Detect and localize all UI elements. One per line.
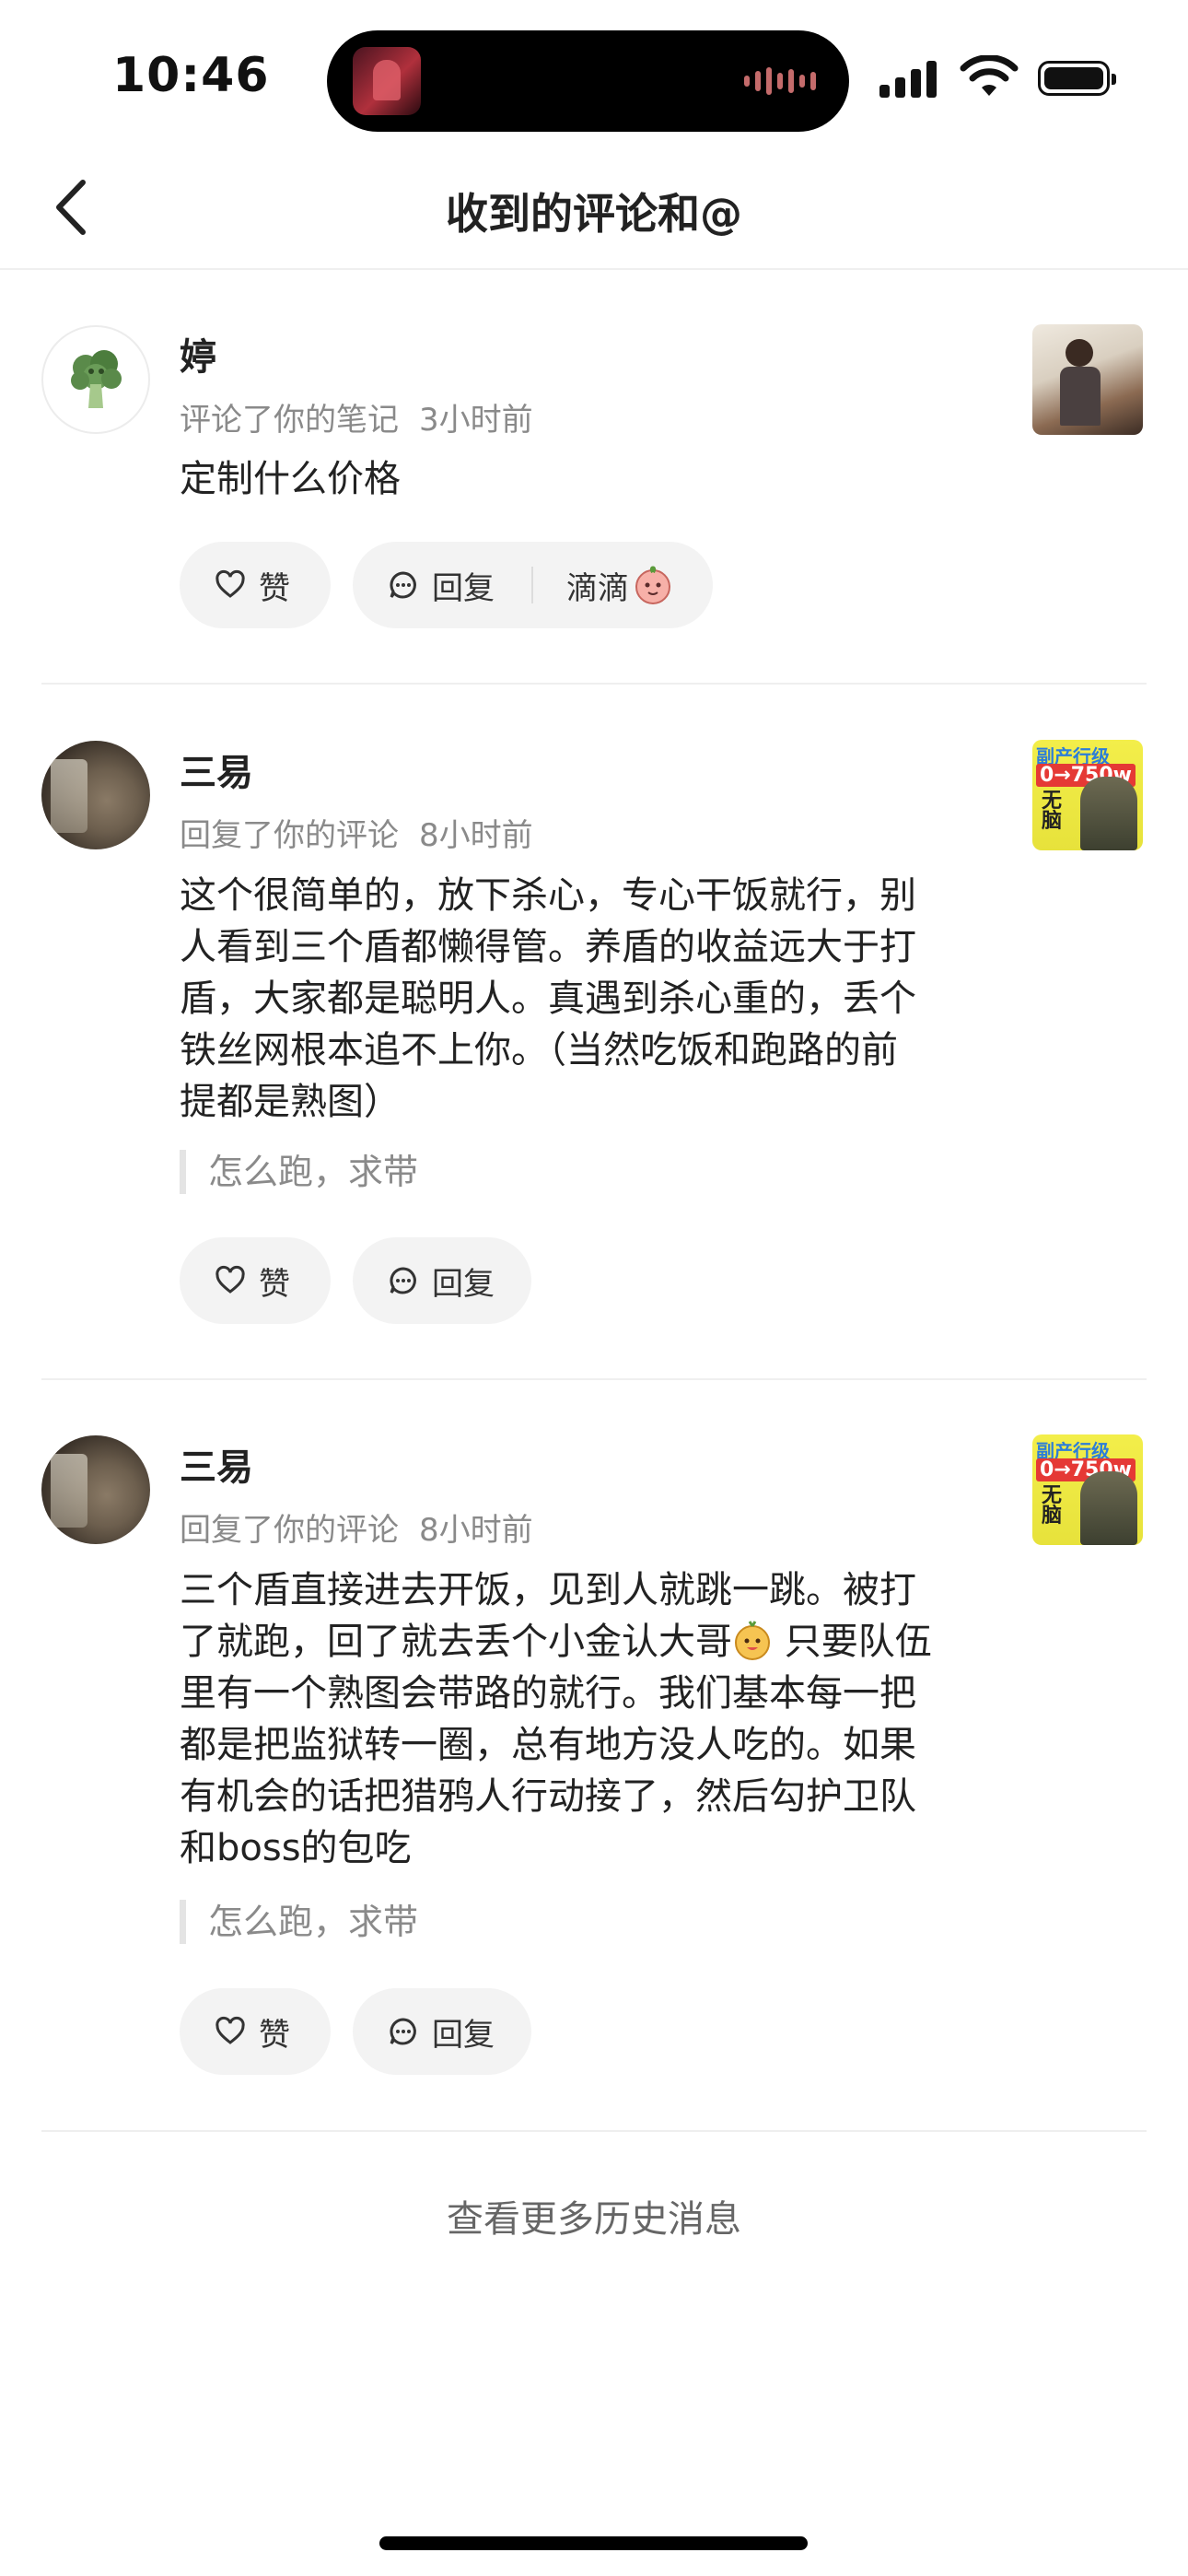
like-button[interactable]: 赞 [180, 1237, 331, 1324]
comment-time: 8小时前 [419, 817, 533, 854]
audio-waveform-icon [744, 67, 816, 95]
quoted-comment[interactable]: 怎么跑，求带 [180, 1150, 418, 1194]
chat-bubble-icon [390, 571, 416, 599]
user-avatar[interactable] [41, 741, 150, 849]
comment-action: 回复了你的评论 [180, 817, 399, 854]
comment-text-line: 有机会的话把猎鸦人行动接了，然后勾护卫队 [180, 1775, 916, 1818]
like-button[interactable]: 赞 [180, 1988, 331, 2075]
battery-icon [1038, 61, 1116, 96]
soldier-figure [1080, 777, 1137, 850]
comment-text-line: 这个很简单的，放下杀心，专心干饭就行，别 [180, 874, 916, 917]
comment-text[interactable]: 三个盾直接进去开饭，见到人就跳一跳。被打 了就跑，回了就去丢个小金认大哥 只要队… [180, 1564, 1008, 1874]
user-avatar[interactable] [41, 1435, 150, 1544]
comment-text-segment: 只要队伍 [773, 1621, 932, 1663]
cellular-signal-icon [879, 55, 937, 98]
heart-icon [215, 2016, 245, 2044]
golden-face-emoji-icon [735, 1621, 770, 1660]
comment-action: 评论了你的笔记 [180, 402, 399, 439]
wifi-icon [960, 55, 1019, 96]
dynamic-island[interactable] [327, 30, 849, 132]
comment-meta: 回复了你的评论 8小时前 [180, 810, 533, 855]
view-more-history-link[interactable]: 查看更多历史消息 [0, 2189, 1188, 2242]
quoted-comment[interactable]: 怎么跑，求带 [180, 1900, 418, 1944]
user-name[interactable]: 三易 [180, 743, 253, 796]
reply-label: 回复 [432, 569, 495, 607]
comment-text-line: 三个盾直接进去开饭，见到人就跳一跳。被打 [180, 1569, 916, 1611]
reply-label: 回复 [432, 2016, 495, 2054]
pill-separator [531, 567, 533, 603]
comment-action: 回复了你的评论 [180, 1512, 399, 1549]
note-thumbnail[interactable]: 副产行级 0→750w 无脑 [1032, 740, 1143, 850]
broccoli-icon [71, 350, 122, 408]
card-divider [41, 2130, 1147, 2132]
note-thumbnail[interactable] [1032, 324, 1143, 435]
now-playing-artwork [353, 47, 421, 115]
thumb-caption: 无脑 [1042, 1484, 1063, 1528]
reply-button[interactable]: 回复 [353, 1237, 531, 1324]
nav-divider [0, 268, 1188, 270]
comment-time: 3小时前 [419, 402, 533, 439]
quick-reply-label[interactable]: 滴滴 [566, 563, 629, 608]
thumb-caption: 无脑 [1042, 790, 1063, 833]
like-label: 赞 [259, 1265, 290, 1303]
reply-button[interactable]: 回复 滴滴 [353, 542, 713, 628]
user-name[interactable]: 婷 [180, 327, 216, 381]
home-indicator[interactable] [379, 2536, 808, 2550]
heart-icon [215, 569, 245, 598]
comment-text-line: 了就跑，回了就去丢个小金认大哥 只要队伍 [180, 1616, 1008, 1668]
user-avatar[interactable] [41, 325, 150, 434]
comment-text-line: 铁丝网根本追不上你。（当然吃饭和跑路的前 [180, 1029, 898, 1071]
comment-text-line: 都是把监狱转一圈，总有地方没人吃的。如果 [180, 1724, 916, 1766]
comment-time: 8小时前 [419, 1512, 533, 1549]
note-thumbnail[interactable]: 副产行级 0→750w 无脑 [1032, 1434, 1143, 1545]
comment-meta: 评论了你的笔记 3小时前 [180, 394, 533, 439]
comment-text-line: 和boss的包吃 [180, 1827, 412, 1869]
status-time: 10:46 [112, 48, 270, 103]
like-label: 赞 [259, 569, 290, 607]
comment-text-segment: 了就跑，回了就去丢个小金认大哥 [180, 1621, 732, 1663]
reply-label: 回复 [432, 1265, 495, 1303]
user-name[interactable]: 三易 [180, 1437, 253, 1491]
comment-text-line: 里有一个熟图会带路的就行。我们基本每一把 [180, 1672, 916, 1715]
card-divider [41, 1378, 1147, 1380]
page-title: 收到的评论和@ [446, 189, 742, 239]
comment-text[interactable]: 这个很简单的，放下杀心，专心干饭就行，别 人看到三个盾都懒得管。养盾的收益远大于… [180, 870, 1008, 1128]
comment-text[interactable]: 定制什么价格 [180, 453, 1008, 505]
soldier-figure [1080, 1471, 1137, 1545]
like-button[interactable]: 赞 [180, 542, 331, 628]
chat-bubble-icon [390, 1267, 416, 1294]
comment-text-line: 提都是熟图） [180, 1081, 401, 1123]
comment-meta: 回复了你的评论 8小时前 [180, 1505, 533, 1550]
comment-text-line: 盾，大家都是聪明人。真遇到杀心重的，丢个 [180, 978, 916, 1020]
comment-text-line: 人看到三个盾都懒得管。养盾的收益远大于打 [180, 926, 916, 968]
chat-bubble-icon [390, 2018, 416, 2045]
peach-face-emoji-icon [635, 566, 670, 604]
reply-button[interactable]: 回复 [353, 1988, 531, 2075]
like-label: 赞 [259, 2016, 290, 2054]
heart-icon [215, 1265, 245, 1294]
card-divider [41, 683, 1147, 685]
